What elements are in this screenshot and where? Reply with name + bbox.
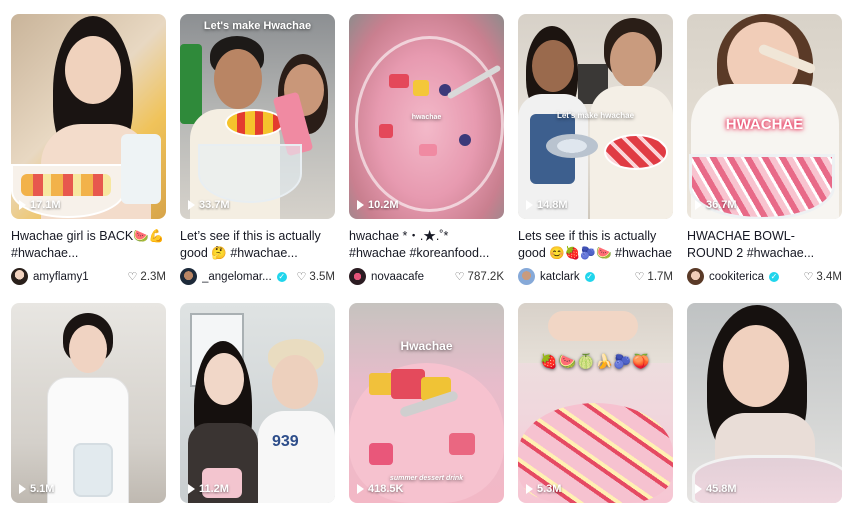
play-icon xyxy=(188,484,195,494)
heart-icon: ♡ xyxy=(454,271,465,283)
overlay-text: HWACHAE xyxy=(725,116,804,133)
view-count: 14.8M xyxy=(526,199,568,211)
author-name: amyflamy1 xyxy=(33,270,89,283)
video-caption[interactable]: Hwachae girl is BACK🍉💪 #hwachae... xyxy=(11,228,166,262)
author-link[interactable]: katclark ✓ xyxy=(518,268,595,285)
video-card[interactable]: Let's make hwachae 14.8M Lets see if thi… xyxy=(518,0,673,289)
heart-icon: ♡ xyxy=(127,271,138,283)
video-thumbnail[interactable]: 45.8M xyxy=(687,303,842,503)
play-icon xyxy=(357,484,364,494)
video-thumbnail[interactable]: hwachae 10.2M xyxy=(349,14,504,219)
heart-icon: ♡ xyxy=(634,271,645,283)
like-count: ♡ 787.2K xyxy=(454,270,504,284)
play-icon xyxy=(526,484,533,494)
verified-badge-icon: ✓ xyxy=(584,271,595,282)
video-grid: 17.1M Hwachae girl is BACK🍉💪 #hwachae...… xyxy=(0,0,850,517)
author-name: cookiterica xyxy=(709,270,764,283)
play-icon xyxy=(19,200,26,210)
video-thumbnail[interactable]: 17.1M xyxy=(11,14,166,219)
verified-badge-icon: ✓ xyxy=(276,271,287,282)
play-icon xyxy=(695,200,702,210)
avatar xyxy=(518,268,535,285)
play-icon xyxy=(695,484,702,494)
video-card[interactable]: 🍓🍉🍈🍌🫐🍑 5.3M xyxy=(518,289,673,517)
view-count: 17.1M xyxy=(19,199,61,211)
video-card[interactable]: 5.1M xyxy=(11,289,166,517)
like-count: ♡ 3.4M xyxy=(803,270,842,284)
play-icon xyxy=(19,484,26,494)
video-thumbnail[interactable]: Let's make hwachae 14.8M xyxy=(518,14,673,219)
overlay-subtext: summer dessert drink xyxy=(389,475,464,482)
overlay-text: Let's make Hwachae xyxy=(203,20,312,32)
like-count: ♡ 2.3M xyxy=(127,270,166,284)
video-card[interactable]: hwachae 10.2M hwachae *・.★.˚* #hwachae #… xyxy=(349,0,504,289)
overlay-text: Let's make hwachae xyxy=(556,111,635,120)
overlay-text: hwachae xyxy=(411,114,442,121)
avatar xyxy=(349,268,366,285)
video-thumbnail[interactable]: Hwachae summer dessert drink 418.5K xyxy=(349,303,504,503)
video-card[interactable]: 45.8M xyxy=(687,289,842,517)
heart-icon: ♡ xyxy=(296,271,307,283)
video-card[interactable]: HWACHAE 36.7M HWACHAE BOWL- ROUND 2 #hwa… xyxy=(687,0,842,289)
avatar xyxy=(687,268,704,285)
view-count: 11.2M xyxy=(188,483,229,495)
video-card[interactable]: 939 11.2M xyxy=(180,289,335,517)
view-count: 418.5K xyxy=(357,483,403,495)
video-caption[interactable]: Lets see if this is actually good 😊🍓🫐🍉 #… xyxy=(518,228,673,262)
play-icon xyxy=(357,200,364,210)
heart-icon: ♡ xyxy=(803,271,814,283)
video-caption[interactable]: HWACHAE BOWL- ROUND 2 #hwachae... xyxy=(687,228,842,262)
verified-badge-icon: ✓ xyxy=(768,271,779,282)
video-thumbnail[interactable]: Let's make Hwachae 33.7M xyxy=(180,14,335,219)
author-name: novaacafe xyxy=(371,270,425,283)
author-name: katclark xyxy=(540,270,580,283)
like-count: ♡ 3.5M xyxy=(296,270,335,284)
video-card[interactable]: Let's make Hwachae 33.7M Let’s see if th… xyxy=(180,0,335,289)
video-thumbnail[interactable]: HWACHAE 36.7M xyxy=(687,14,842,219)
video-card[interactable]: Hwachae summer dessert drink 418.5K xyxy=(349,289,504,517)
overlay-text: Hwachae xyxy=(400,339,453,353)
play-icon xyxy=(188,200,195,210)
view-count: 36.7M xyxy=(695,199,737,211)
view-count: 45.8M xyxy=(695,483,737,495)
video-caption[interactable]: Let’s see if this is actually good 🤔 #hw… xyxy=(180,228,335,262)
video-card[interactable]: 17.1M Hwachae girl is BACK🍉💪 #hwachae...… xyxy=(11,0,166,289)
author-link[interactable]: _angelomar... ✓ xyxy=(180,268,287,285)
view-count: 5.3M xyxy=(526,483,561,495)
author-name: _angelomar... xyxy=(202,270,272,283)
author-link[interactable]: cookiterica ✓ xyxy=(687,268,779,285)
avatar xyxy=(11,268,28,285)
video-caption[interactable]: hwachae *・.★.˚* #hwachae #koreanfood... xyxy=(349,228,504,262)
play-icon xyxy=(526,200,533,210)
view-count: 10.2M xyxy=(357,199,399,211)
video-thumbnail[interactable]: 939 11.2M xyxy=(180,303,335,503)
video-thumbnail[interactable]: 5.1M xyxy=(11,303,166,503)
overlay-text: 🍓🍉🍈🍌🫐🍑 xyxy=(540,353,651,369)
video-thumbnail[interactable]: 🍓🍉🍈🍌🫐🍑 5.3M xyxy=(518,303,673,503)
view-count: 5.1M xyxy=(19,483,54,495)
view-count: 33.7M xyxy=(188,199,230,211)
author-link[interactable]: amyflamy1 xyxy=(11,268,89,285)
like-count: ♡ 1.7M xyxy=(634,270,673,284)
avatar xyxy=(180,268,197,285)
author-link[interactable]: novaacafe xyxy=(349,268,424,285)
